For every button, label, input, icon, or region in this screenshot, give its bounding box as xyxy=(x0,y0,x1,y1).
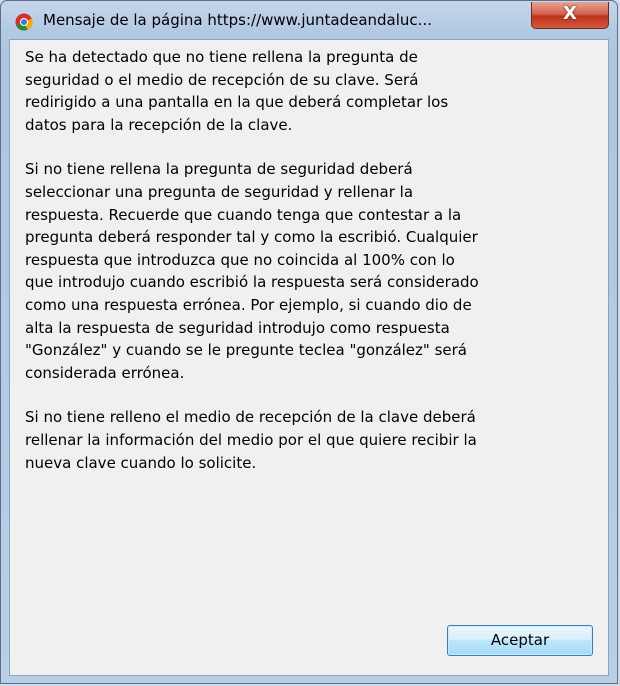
message-paragraph-2: Si no tiene rellena la pregunta de segur… xyxy=(25,160,479,382)
chrome-icon xyxy=(15,13,33,31)
alert-dialog-window: Mensaje de la página https://www.juntade… xyxy=(0,0,618,684)
message-paragraph-1: Se ha detectado que no tiene rellena la … xyxy=(25,48,449,134)
accept-button[interactable]: Aceptar xyxy=(447,625,593,656)
dialog-message: Se ha detectado que no tiene rellena la … xyxy=(25,46,599,496)
dialog-title: Mensaje de la página https://www.juntade… xyxy=(43,11,432,29)
message-paragraph-3: Si no tiene relleno el medio de recepció… xyxy=(25,408,477,472)
close-icon: X xyxy=(563,3,577,24)
close-button[interactable]: X xyxy=(531,2,609,29)
title-bar[interactable]: Mensaje de la página https://www.juntade… xyxy=(1,1,617,39)
